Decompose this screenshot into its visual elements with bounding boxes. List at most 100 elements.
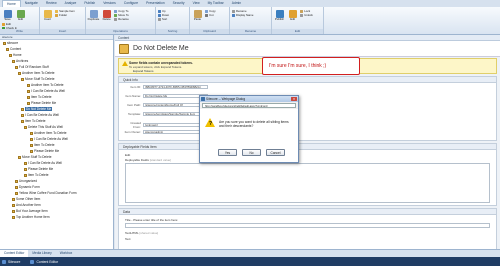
tree-node[interactable]: Please Delete Me bbox=[27, 101, 56, 105]
title-field-label: Title - Please enter title of the item h… bbox=[125, 218, 179, 222]
tab-workbox[interactable]: Workbox bbox=[56, 250, 77, 257]
delete-button[interactable]: Delete bbox=[101, 8, 112, 21]
title-input[interactable] bbox=[125, 223, 490, 228]
tree-node[interactable]: Home bbox=[9, 53, 22, 57]
item-icon bbox=[21, 77, 24, 81]
tree-node[interactable]: Please Delete Me bbox=[24, 167, 53, 171]
tree-node[interactable]: Yellow Wine Coffee Fund Donation Form bbox=[15, 191, 77, 195]
bottom-tabs: Content Editor Media Library Workbox bbox=[0, 249, 500, 257]
folder-button[interactable]: Folder bbox=[55, 13, 75, 17]
item-icon bbox=[12, 215, 15, 219]
unlock-button[interactable]: Unlock bbox=[300, 13, 313, 17]
tree-node[interactable]: Unorganized bbox=[15, 179, 37, 183]
tab-admin[interactable]: Admin bbox=[228, 0, 245, 7]
tree-node[interactable]: sitecore bbox=[3, 41, 18, 45]
tab-home[interactable]: Home bbox=[2, 0, 21, 7]
edit-button[interactable]: Edit bbox=[15, 8, 26, 21]
text-html-label: TextHTML [shared value] bbox=[125, 231, 159, 235]
form-icon bbox=[15, 191, 18, 195]
tree-node[interactable]: Item To Delete bbox=[21, 119, 46, 123]
tree-node[interactable]: Archives bbox=[12, 59, 28, 63]
dialog-title: Sitecore -- Webpage Dialog bbox=[206, 97, 246, 101]
tree-node[interactable]: Another Item To Delete bbox=[27, 83, 64, 87]
dialog-body: ? Are you sure you want to delete all si… bbox=[200, 109, 298, 162]
item-icon bbox=[12, 209, 15, 213]
tab-navigate[interactable]: Navigate bbox=[21, 0, 42, 7]
display-name-button[interactable]: Display Name bbox=[232, 13, 253, 17]
tree-node[interactable]: Delete This Stuff As Well bbox=[24, 125, 63, 129]
rename-small-button[interactable]: Rename bbox=[114, 17, 129, 21]
cut-button[interactable]: Cut bbox=[205, 13, 216, 17]
taskbar: Sitecore Content Editor bbox=[0, 257, 500, 266]
deployable-fields-input[interactable] bbox=[125, 163, 490, 203]
ribbon-group-label: Insert bbox=[40, 29, 85, 34]
no-button[interactable]: No bbox=[242, 149, 261, 156]
item-icon bbox=[30, 143, 33, 147]
tree-node[interactable]: Item To Delete bbox=[30, 143, 55, 147]
sorting-small-buttons: Up Down Sort bbox=[158, 9, 169, 21]
tab-media-library[interactable]: Media Library bbox=[28, 250, 55, 257]
item-icon bbox=[3, 41, 6, 45]
item-icon bbox=[24, 167, 27, 171]
field-row: Template:/sitecore/templates/Sample/Samp… bbox=[123, 112, 208, 116]
tree-node[interactable]: I Can Be Delete As Well bbox=[21, 113, 59, 117]
tree-node[interactable]: Content bbox=[6, 47, 21, 51]
quick-info-header[interactable]: Quick Info bbox=[119, 77, 496, 83]
expand-tokens-link[interactable]: Expand Tokens bbox=[133, 69, 153, 73]
tab-presentation[interactable]: Presentation bbox=[142, 0, 169, 7]
tab-configure[interactable]: Configure bbox=[120, 0, 142, 7]
deployable-sublabel: Edit bbox=[125, 153, 131, 157]
tree-node[interactable]: Move Stuff To Delete bbox=[18, 155, 51, 159]
yes-button[interactable]: Yes bbox=[218, 149, 237, 156]
tab-content-editor[interactable]: Content Editor bbox=[0, 250, 29, 257]
tree-node[interactable]: Dynamic Form bbox=[15, 185, 40, 189]
taskbar-app-content-editor[interactable]: Content Editor bbox=[30, 259, 58, 264]
ribbon: Save Edit Edit Check In Write Insert Sam… bbox=[0, 7, 500, 35]
tree-node[interactable]: I Can Be Delete As Well bbox=[24, 161, 62, 165]
save-button[interactable]: Save bbox=[2, 8, 13, 21]
tree-node[interactable]: Please Delete Me bbox=[30, 149, 59, 153]
tree-node[interactable]: Another Item To Delete bbox=[18, 71, 55, 75]
duplicate-button[interactable]: Duplicate bbox=[88, 8, 99, 21]
tree-node[interactable]: Full Of Random Stuff bbox=[15, 65, 49, 69]
paste-button[interactable]: Paste bbox=[192, 8, 203, 21]
item-icon bbox=[24, 161, 27, 165]
item-id-value[interactable]: {6BC8977-4724-407F-B955-CB37B9D6B2A} bbox=[143, 85, 208, 89]
tree-node[interactable]: And Another Item bbox=[12, 203, 41, 207]
cancel-button[interactable]: Cancel bbox=[266, 149, 285, 156]
field-row: Item Name: Do Not Delete Me bbox=[123, 94, 208, 98]
tree-node[interactable]: Another Item To Delete bbox=[30, 131, 67, 135]
start-button[interactable]: Sitecore bbox=[2, 259, 20, 264]
tree-node[interactable]: Some Other Item bbox=[12, 197, 40, 201]
tab-publish[interactable]: Publish bbox=[80, 0, 99, 7]
item-icon bbox=[24, 173, 27, 177]
tree-node[interactable]: I Can Be Delete As Well bbox=[27, 89, 65, 93]
tree-node[interactable]: But Your Average Item bbox=[12, 209, 48, 213]
publish-button[interactable]: Publish bbox=[274, 8, 285, 21]
data-header[interactable]: Data bbox=[119, 209, 496, 215]
ribbon-group-label: Clipboard bbox=[190, 29, 229, 34]
tree-node[interactable]: Item To Delete bbox=[27, 95, 52, 99]
tree-node[interactable]: Item To Delete bbox=[24, 173, 49, 177]
tab-my-toolbar[interactable]: My Toolbar bbox=[204, 0, 228, 7]
field-row: Item Path:/sitecore/content/Home/Full Of bbox=[123, 103, 208, 107]
tab-review[interactable]: Review bbox=[42, 0, 61, 7]
sort-button[interactable]: Sort bbox=[158, 17, 169, 21]
tab-analyze[interactable]: Analyze bbox=[61, 0, 81, 7]
tree-node[interactable]: Top Another Home Item bbox=[12, 215, 49, 219]
tree-node[interactable]: I Can Be Delete As Well bbox=[30, 137, 68, 141]
close-button[interactable]: ✕ bbox=[291, 97, 297, 101]
item-icon bbox=[18, 71, 21, 75]
tab-security[interactable]: Security bbox=[169, 0, 189, 7]
edit-mode-button[interactable]: Edit bbox=[287, 8, 298, 21]
insert-button[interactable]: Insert bbox=[42, 8, 53, 21]
tree-node[interactable]: Move Stuff To Delete bbox=[21, 77, 54, 81]
tab-versions[interactable]: Versions bbox=[99, 0, 120, 7]
clipboard-small-buttons: Copy Cut bbox=[205, 9, 216, 17]
item-title: Do Not Delete Me bbox=[133, 45, 189, 52]
tab-view[interactable]: View bbox=[189, 0, 204, 7]
deployable-header[interactable]: Deployable Fields Item bbox=[119, 144, 496, 150]
ribbon-group-label: Write bbox=[0, 29, 39, 34]
tree-node-selected[interactable]: Do Not Delete Me bbox=[21, 107, 53, 111]
field-row: Item ID: {6BC8977-4724-407F-B955-CB37B9D6… bbox=[123, 85, 208, 89]
